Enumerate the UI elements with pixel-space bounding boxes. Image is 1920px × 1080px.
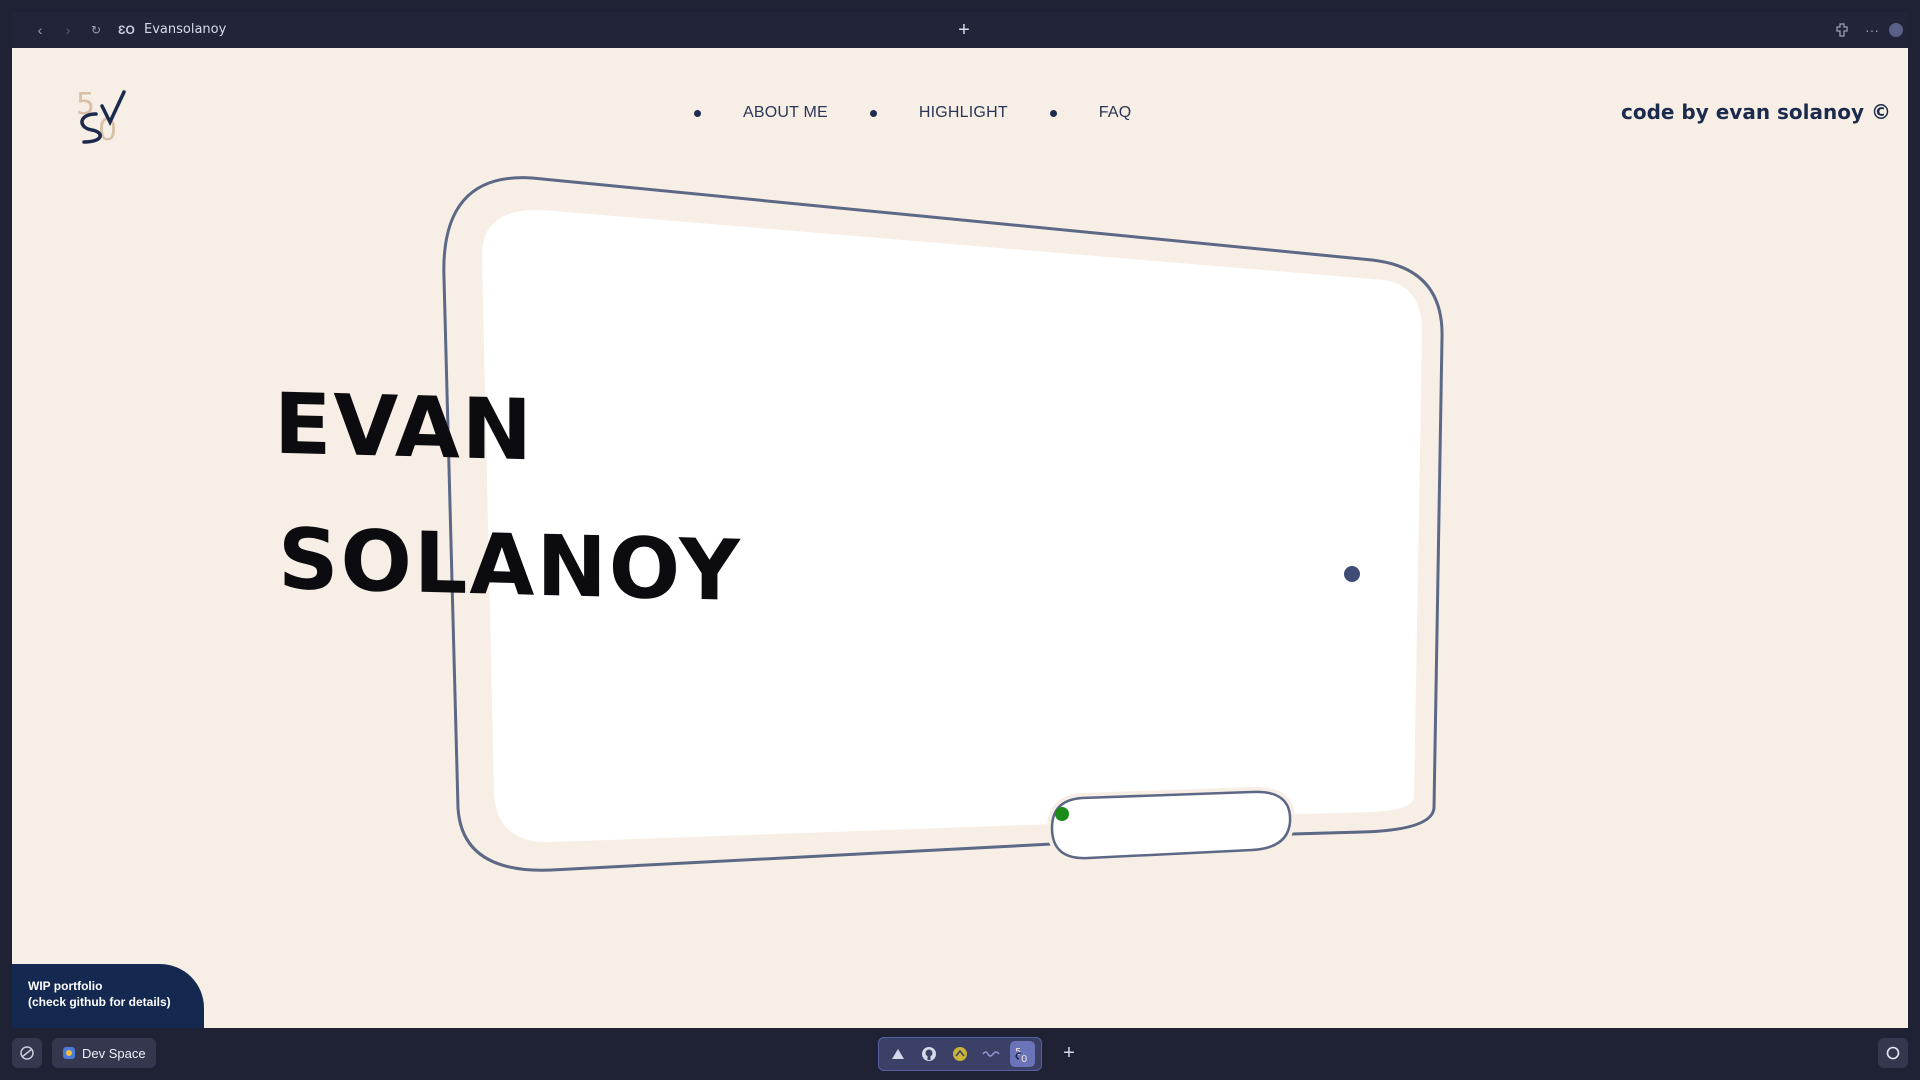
svg-text:0: 0: [1021, 1054, 1027, 1063]
status-dot-icon: [1055, 807, 1069, 821]
page-viewport: 5 0 ABOUT ME HIGHLIGHT FAQ code by evan …: [12, 48, 1908, 1028]
hero-last-name: SOLANOY: [278, 509, 742, 621]
profile-avatar[interactable]: [1884, 18, 1908, 42]
browser-titlebar: ‹ › ↻ ƐO Evansolanoy + ···: [12, 12, 1908, 48]
portfolio-tab-icon[interactable]: 50: [1009, 1041, 1036, 1067]
extensions-icon[interactable]: [1830, 18, 1854, 42]
circle-icon: [1886, 1046, 1900, 1060]
triangle-app-icon[interactable]: [885, 1041, 910, 1067]
wave-app-icon[interactable]: [979, 1041, 1004, 1067]
space-switcher-icon[interactable]: [12, 1038, 42, 1068]
reload-icon[interactable]: ↻: [84, 18, 108, 42]
dev-space-label: Dev Space: [82, 1045, 146, 1061]
forward-icon[interactable]: ›: [56, 18, 80, 42]
taskbar-status-button[interactable]: [1878, 1038, 1908, 1068]
more-menu-button[interactable]: ···: [1860, 18, 1884, 42]
taskbar-new-tab-button[interactable]: +: [1056, 1040, 1082, 1066]
github-icon[interactable]: [916, 1041, 941, 1067]
tab-title[interactable]: Evansolanoy: [144, 22, 226, 37]
yellow-app-icon[interactable]: [947, 1041, 972, 1067]
wip-badge-subtitle: (check github for details): [28, 995, 171, 1009]
pinned-tabs: 50: [878, 1037, 1042, 1071]
taskbar: Dev Space 50 +: [0, 1028, 1920, 1080]
wip-badge-title: WIP portfolio: [28, 979, 103, 993]
dev-space-icon: [63, 1047, 75, 1059]
site-favicon-icon: ƐO: [118, 23, 135, 37]
hero-first-name: EVAN: [274, 374, 534, 480]
hero-cursor-dot: [1344, 566, 1360, 582]
dev-space-button[interactable]: Dev Space: [52, 1038, 156, 1068]
back-icon[interactable]: ‹: [28, 18, 52, 42]
wip-badge[interactable]: WIP portfolio (check github for details): [12, 964, 204, 1028]
new-tab-button[interactable]: +: [952, 18, 976, 42]
